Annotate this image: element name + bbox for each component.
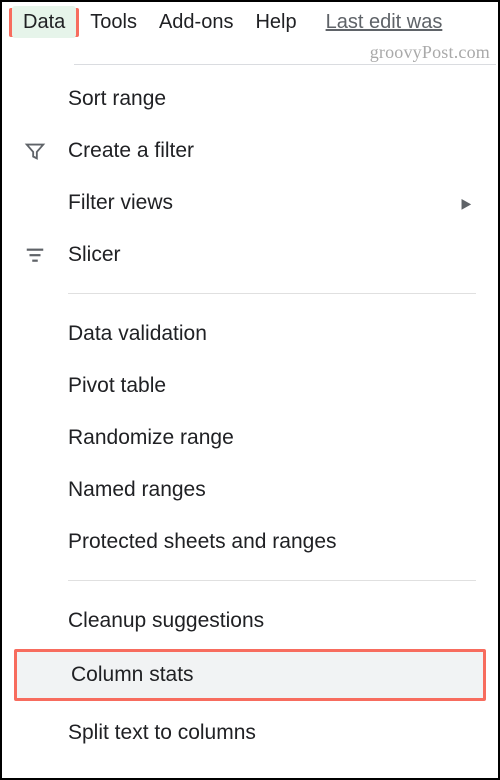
menu-label: Protected sheets and ranges [68, 530, 472, 554]
menu-item-slicer[interactable]: Slicer [4, 229, 496, 281]
menu-label: Data validation [68, 322, 472, 346]
menu-label: Column stats [71, 663, 459, 687]
menu-label: Pivot table [68, 374, 472, 398]
app-window: Data Tools Add-ons Help Last edit was gr… [0, 0, 500, 780]
slicer-icon [24, 244, 68, 266]
menu-label: Randomize range [68, 426, 472, 450]
data-dropdown-menu: Sort range Create a filter Filter views … [4, 64, 496, 776]
menu-item-randomize-range[interactable]: Randomize range [4, 412, 496, 464]
menu-item-create-filter[interactable]: Create a filter [4, 125, 496, 177]
menu-separator [68, 293, 476, 294]
menu-label: Cleanup suggestions [68, 609, 472, 633]
menu-data[interactable]: Data [12, 6, 76, 38]
last-edit-link[interactable]: Last edit was [326, 11, 443, 34]
menu-item-named-ranges[interactable]: Named ranges [4, 464, 496, 516]
menu-item-filter-views[interactable]: Filter views ▶ [4, 177, 496, 229]
filter-icon [24, 140, 68, 162]
menu-item-sort-range[interactable]: Sort range [4, 73, 496, 125]
menu-label: Filter views [68, 191, 461, 215]
menu-label: Named ranges [68, 478, 472, 502]
menu-tools[interactable]: Tools [79, 6, 148, 39]
menu-label: Sort range [68, 87, 472, 111]
menu-item-split-text[interactable]: Split text to columns [4, 707, 496, 759]
menu-label: Split text to columns [68, 721, 472, 745]
menu-help[interactable]: Help [244, 6, 307, 39]
menu-label: Create a filter [68, 139, 472, 163]
menu-item-pivot-table[interactable]: Pivot table [4, 360, 496, 412]
menu-label: Slicer [68, 243, 472, 267]
menu-item-cleanup-suggestions[interactable]: Cleanup suggestions [4, 595, 496, 647]
highlight-data-menu: Data [9, 8, 79, 37]
watermark-text: groovyPost.com [370, 42, 490, 63]
menu-item-data-validation[interactable]: Data validation [4, 308, 496, 360]
menu-separator [68, 580, 476, 581]
menu-item-protected-sheets[interactable]: Protected sheets and ranges [4, 516, 496, 568]
menu-divider [74, 64, 496, 65]
highlight-column-stats: Column stats [14, 649, 486, 701]
menubar: Data Tools Add-ons Help Last edit was [2, 2, 498, 42]
menu-addons[interactable]: Add-ons [148, 6, 245, 39]
menu-item-column-stats[interactable]: Column stats [17, 652, 483, 698]
submenu-arrow-icon: ▶ [462, 195, 472, 212]
